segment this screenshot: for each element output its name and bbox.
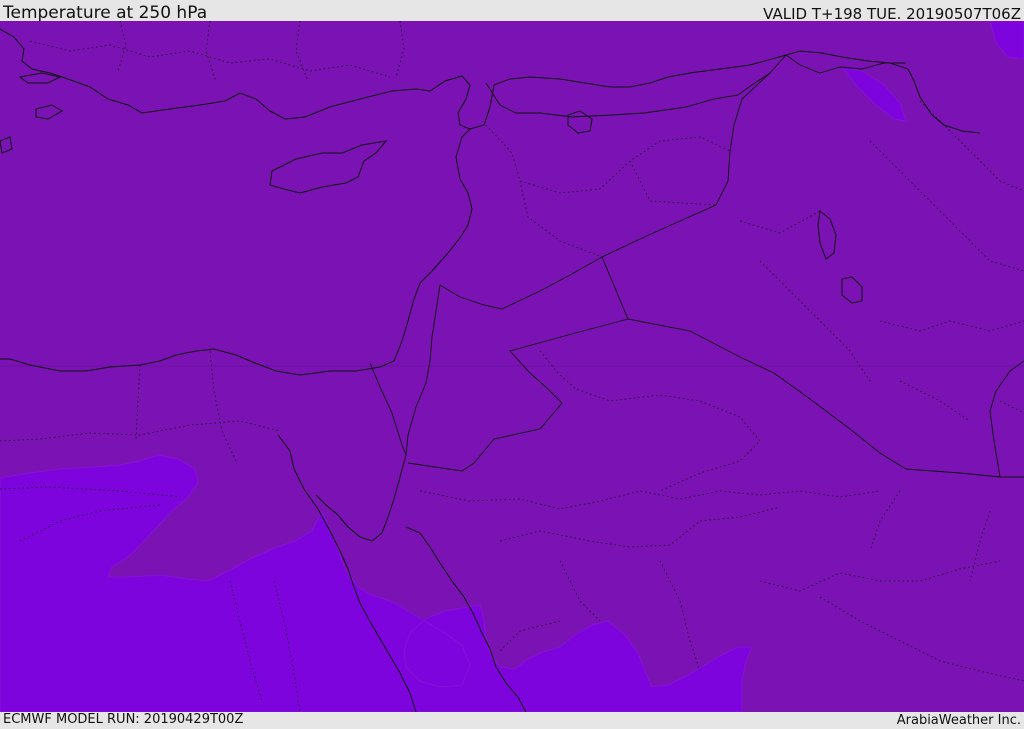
- map-canvas: [0, 21, 1024, 712]
- map-title: Temperature at 250 hPa: [3, 3, 208, 23]
- temperature-map: [0, 21, 1024, 712]
- credit-label: ArabiaWeather Inc.: [896, 713, 1021, 728]
- header-bar: Temperature at 250 hPa VALID T+198 TUE. …: [0, 0, 1024, 23]
- weather-map-frame: Temperature at 250 hPa VALID T+198 TUE. …: [0, 0, 1024, 729]
- model-run-label: ECMWF MODEL RUN: 20190429T00Z: [3, 712, 244, 727]
- footer-bar: ECMWF MODEL RUN: 20190429T00Z ArabiaWeat…: [0, 712, 1024, 729]
